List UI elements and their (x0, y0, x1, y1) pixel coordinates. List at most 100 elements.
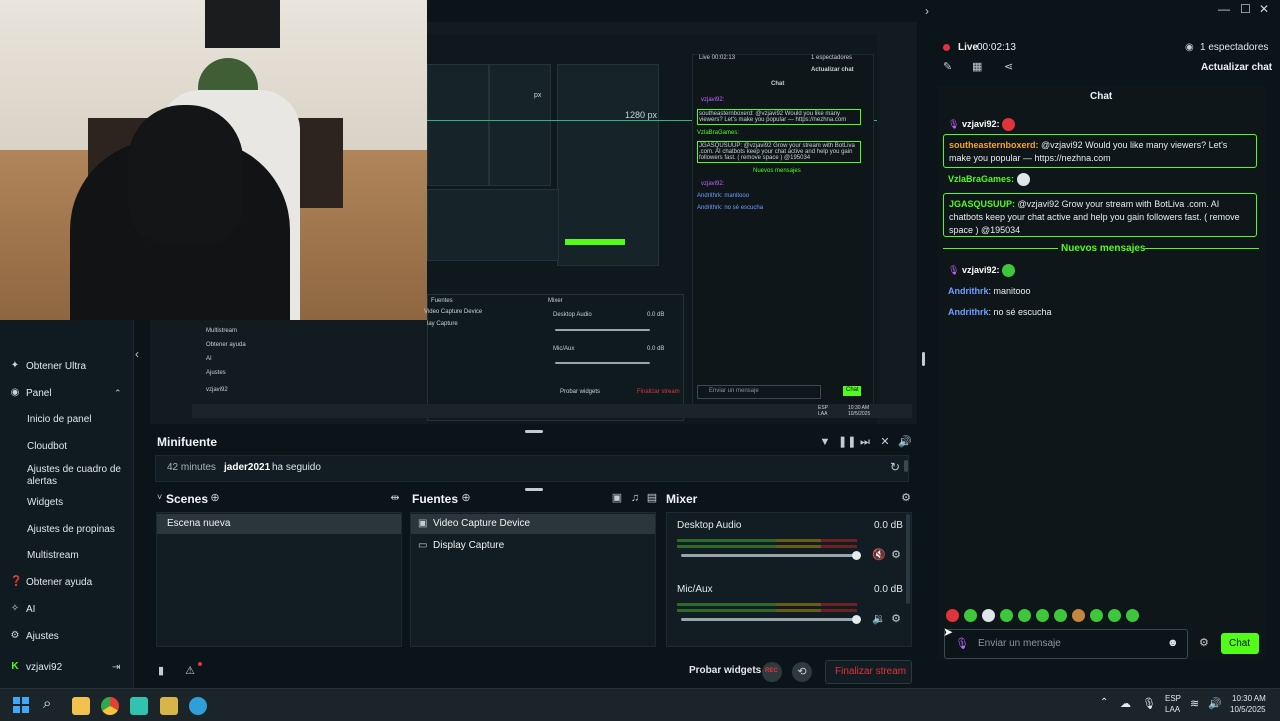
channel-settings-icon[interactable]: ⚙ (889, 548, 903, 562)
stream-preview[interactable]: 1280 px px Fuentes Video Capture Device … (197, 22, 917, 424)
send-chat-button[interactable]: Chat (1221, 633, 1259, 654)
scene-item[interactable]: Escena nueva (157, 514, 401, 534)
mouse-cursor-icon: ➤ (943, 625, 954, 639)
folder-icon[interactable]: ▤ (645, 491, 659, 505)
maximize-button[interactable]: ☐ (1240, 2, 1254, 16)
collapse-chevron-icon[interactable]: ‹ (135, 347, 139, 361)
emote-icon[interactable] (982, 609, 995, 622)
sidebar-sub-alertbox[interactable]: Ajustes de cuadro de alertas (27, 464, 127, 488)
clock-time[interactable]: 10:30 AM (1232, 694, 1266, 703)
search-icon[interactable]: ⌕ (43, 695, 51, 712)
chat-message[interactable]: VzlaBraGames: (948, 173, 1030, 187)
mute-icon[interactable]: 🔇 (872, 548, 886, 562)
chat-message[interactable]: 🎙 vzjavi92: (948, 264, 1015, 278)
bluestacks-icon[interactable] (160, 697, 178, 715)
volume-slider-knob[interactable] (852, 551, 861, 560)
mute-alerts-icon[interactable]: ✕ (878, 435, 892, 449)
chrome-icon[interactable] (101, 697, 119, 715)
sidebar-sub-widgets[interactable]: Widgets (27, 497, 127, 509)
sidebar-item-help[interactable]: ❓ Obtener ayuda (0, 572, 133, 592)
sidebar-sub-cloudbot[interactable]: Cloudbot (27, 441, 127, 453)
source-item[interactable]: ▭ Display Capture (411, 536, 655, 556)
edit-icon[interactable]: ✎ (943, 60, 952, 73)
sidebar-item-label: Obtener Ultra (26, 360, 87, 372)
windows-start-icon[interactable] (13, 697, 29, 713)
wifi-icon[interactable]: ≋ (1190, 697, 1199, 710)
chat-message-highlighted[interactable]: southeasternboxerd: @vzjavi92 Would you … (943, 134, 1257, 168)
emote-icon[interactable] (1072, 609, 1085, 622)
clock-date[interactable]: 10/5/2025 (1230, 705, 1266, 714)
cloud-icon[interactable]: ☁ (1120, 697, 1131, 710)
chat-settings-icon[interactable]: ⚙ (1199, 636, 1209, 649)
file-explorer-icon[interactable] (72, 697, 90, 715)
add-scene-icon[interactable]: ⊕ (208, 491, 222, 505)
keyboard-layout[interactable]: LAA (1165, 705, 1180, 714)
scrollbar[interactable] (904, 460, 908, 472)
chevron-down-icon[interactable]: ˅ (157, 492, 162, 502)
chat-message[interactable]: Andrithrk: no sé escucha (948, 306, 1052, 319)
minimize-button[interactable]: — (1218, 2, 1232, 16)
emote-icon[interactable] (1090, 609, 1103, 622)
edge-icon[interactable] (189, 697, 207, 715)
speaker-icon[interactable]: 🔊 (1208, 697, 1222, 710)
source-audio-icon[interactable]: ♫ (628, 491, 642, 505)
logout-icon[interactable]: ⇥ (112, 662, 120, 673)
resize-handle-2[interactable] (525, 488, 543, 491)
sidebar-item-panel[interactable]: ◉ Panel ⌃ (0, 383, 133, 403)
volume-icon[interactable]: 🔉 (872, 612, 886, 626)
end-stream-button[interactable]: Finalizar stream (825, 660, 912, 684)
refresh-chat-button[interactable]: Actualizar chat (1201, 62, 1272, 73)
webcam-feed (0, 0, 427, 320)
emote-icon[interactable] (946, 609, 959, 622)
resize-handle[interactable] (525, 430, 543, 433)
sidebar-item-ai[interactable]: ✧ AI (0, 599, 133, 619)
emote-icon[interactable] (1108, 609, 1121, 622)
mixer-scrollbar[interactable] (906, 514, 910, 604)
close-button[interactable]: ✕ (1259, 2, 1273, 16)
chat-message[interactable]: 🎙 vzjavi92: (948, 118, 1015, 132)
chat-resize-handle[interactable] (922, 352, 925, 366)
emoji-icon[interactable]: ☻ (1167, 637, 1179, 649)
mic-icon[interactable]: 🎙 (1142, 697, 1156, 710)
volume-icon[interactable]: 🔊 (898, 435, 912, 449)
clips-icon[interactable]: ▦ (972, 60, 982, 73)
alert-warning-icon[interactable]: ⚠ (183, 664, 197, 678)
share-icon[interactable]: ⋖ (1004, 60, 1013, 73)
emote-icon[interactable] (1000, 609, 1013, 622)
sidebar-user[interactable]: K vzjavi92 ⇥ (0, 657, 133, 677)
add-source-icon[interactable]: ⊕ (459, 491, 473, 505)
emote-icon[interactable] (1126, 609, 1139, 622)
emote-icon[interactable] (1054, 609, 1067, 622)
source-item[interactable]: ▣ Video Capture Device (411, 514, 655, 534)
streamlabs-icon[interactable] (130, 697, 148, 715)
sidebar-sub-dashboard[interactable]: Inicio de panel (27, 414, 127, 426)
volume-slider[interactable] (681, 554, 857, 557)
volume-slider[interactable] (681, 618, 857, 621)
mixer-settings-icon[interactable]: ⚙ (899, 491, 913, 505)
chevron-up-icon[interactable]: ⌃ (1100, 697, 1108, 708)
sidebar-sub-tips[interactable]: Ajustes de propinas (27, 524, 127, 536)
sidebar-sub-multistream[interactable]: Multistream (27, 550, 127, 562)
filter-icon[interactable]: ▼ (818, 435, 832, 449)
test-widgets-label[interactable]: Probar widgets (689, 665, 761, 676)
emote-icon[interactable] (964, 609, 977, 622)
scene-transition-icon[interactable]: ⇹ (388, 491, 402, 505)
chat-message-highlighted[interactable]: JGASQUSUUP: @vzjavi92 Grow your stream w… (943, 193, 1257, 237)
keyboard-lang[interactable]: ESP (1165, 694, 1181, 703)
sidebar-item-settings[interactable]: ⚙ Ajustes (0, 626, 133, 646)
emote-icon[interactable] (1018, 609, 1031, 622)
source-layout-icon[interactable]: ▣ (610, 491, 624, 505)
rec-button[interactable]: REC (762, 662, 782, 682)
replay-buffer-icon[interactable]: ⟲ (792, 662, 812, 682)
pause-icon[interactable]: ❚❚ (838, 435, 856, 449)
channel-settings-icon[interactable]: ⚙ (889, 612, 903, 626)
volume-slider-knob[interactable] (852, 615, 861, 624)
skip-icon[interactable]: ⏭ (858, 435, 872, 449)
repeat-icon[interactable]: ↻ (890, 460, 900, 474)
expand-chevron-icon[interactable]: › (925, 4, 937, 18)
chat-input[interactable]: 🎙 Enviar un mensaje ☻ (944, 629, 1188, 659)
emote-icon[interactable] (1036, 609, 1049, 622)
chat-message[interactable]: Andrithrk: manitooo (948, 285, 1031, 298)
stats-icon[interactable]: ▮ (154, 664, 168, 678)
sidebar-item-ultra[interactable]: ✦ Obtener Ultra (0, 356, 133, 376)
